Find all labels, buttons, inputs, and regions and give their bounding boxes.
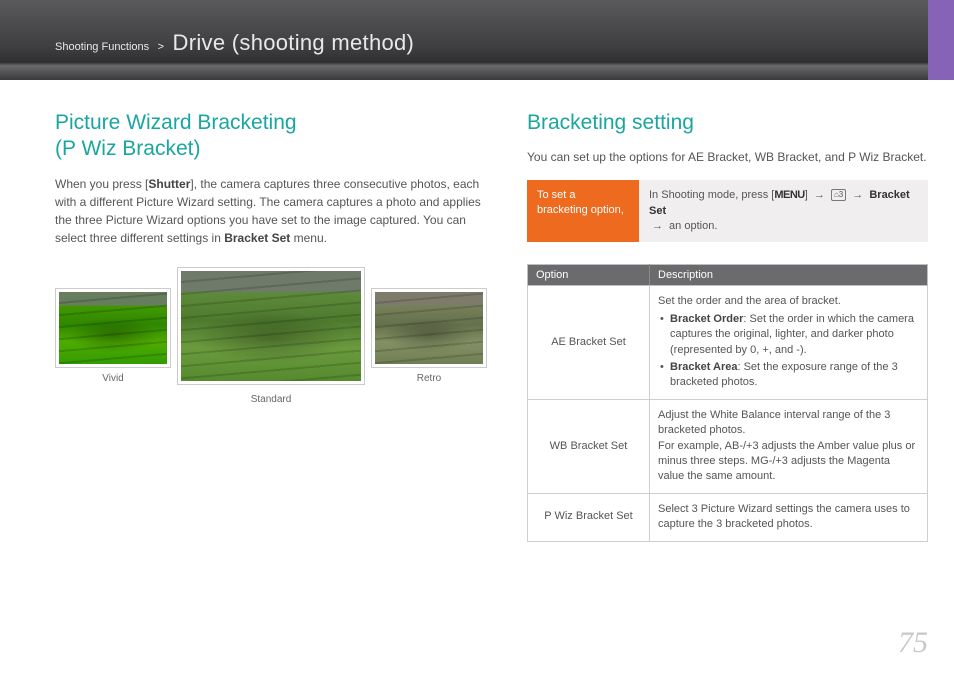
list-item: Bracket Order: Set the order in which th… xyxy=(658,312,919,358)
tip-label: To set a bracketing option, xyxy=(527,180,639,242)
right-column: Bracketing setting You can set up the op… xyxy=(527,110,928,542)
page-edge-tab xyxy=(928,0,954,80)
option-desc-wb: Adjust the White Balance interval range … xyxy=(650,399,928,493)
th-option: Option xyxy=(528,265,650,286)
option-name-ae: AE Bracket Set xyxy=(528,286,650,399)
arrow-icon: → xyxy=(652,220,663,232)
photo-row: Vivid Standard Retro xyxy=(55,267,487,405)
table-header-row: Option Description xyxy=(528,265,928,286)
picture-wizard-paragraph: When you press [Shutter], the camera cap… xyxy=(55,175,487,247)
wb-lead: Adjust the White Balance interval range … xyxy=(658,409,890,436)
photo-retro xyxy=(371,288,487,368)
ae-item-bold-1: Bracket Order xyxy=(670,313,743,325)
table-row: WB Bracket Set Adjust the White Balance … xyxy=(528,399,928,493)
caption-vivid: Vivid xyxy=(55,373,171,384)
camera-mode-icon: ⌂3 xyxy=(831,189,846,201)
heading-line-1: Picture Wizard Bracketing xyxy=(55,111,297,134)
list-item: Bracket Area: Set the exposure range of … xyxy=(658,360,919,391)
bracketing-setting-heading: Bracketing setting xyxy=(527,110,928,136)
heading-line-2: (P Wiz Bracket) xyxy=(55,137,200,160)
breadcrumb-small: Shooting Functions xyxy=(55,41,149,53)
tip-row: To set a bracketing option, In Shooting … xyxy=(527,180,928,242)
caption-standard: Standard xyxy=(177,394,365,405)
arrow-icon: → xyxy=(814,189,825,201)
para-bold-shutter: Shutter xyxy=(148,177,190,191)
tip-text-a: In Shooting mode, press [ xyxy=(649,189,774,201)
option-desc-pwiz: Select 3 Picture Wizard settings the cam… xyxy=(650,493,928,541)
tip-text-d: an option. xyxy=(666,220,717,232)
ae-lead: Set the order and the area of bracket. xyxy=(658,295,841,307)
option-name-pwiz: P Wiz Bracket Set xyxy=(528,493,650,541)
menu-icon: MENU xyxy=(774,189,804,201)
tip-description: In Shooting mode, press [MENU] → ⌂3 → Br… xyxy=(639,180,928,242)
ae-list: Bracket Order: Set the order in which th… xyxy=(658,312,919,391)
content-area: Picture Wizard Bracketing (P Wiz Bracket… xyxy=(0,80,954,542)
table-row: AE Bracket Set Set the order and the are… xyxy=(528,286,928,399)
ae-item-bold-2: Bracket Area xyxy=(670,361,737,373)
breadcrumb-title: Drive (shooting method) xyxy=(173,30,415,55)
para-text-e: menu. xyxy=(290,231,327,245)
bracketing-intro: You can set up the options for AE Bracke… xyxy=(527,148,928,166)
photo-card-vivid: Vivid xyxy=(55,288,171,384)
para-text-a: When you press [ xyxy=(55,177,148,191)
table-row: P Wiz Bracket Set Select 3 Picture Wizar… xyxy=(528,493,928,541)
photo-standard xyxy=(177,267,365,385)
photo-card-retro: Retro xyxy=(371,288,487,384)
photo-card-standard: Standard xyxy=(177,267,365,405)
tip-label-line-2: bracketing option, xyxy=(537,204,624,216)
option-desc-ae: Set the order and the area of bracket. B… xyxy=(650,286,928,399)
wb-text2: For example, AB-/+3 adjusts the Amber va… xyxy=(658,440,915,483)
photo-vivid xyxy=(55,288,171,368)
option-name-wb: WB Bracket Set xyxy=(528,399,650,493)
tip-label-line-1: To set a xyxy=(537,189,576,201)
options-table: Option Description AE Bracket Set Set th… xyxy=(527,264,928,541)
breadcrumb-separator: > xyxy=(158,41,164,53)
arrow-icon: → xyxy=(852,189,863,201)
tip-text-b: ] xyxy=(805,189,808,201)
picture-wizard-heading: Picture Wizard Bracketing (P Wiz Bracket… xyxy=(55,110,487,163)
th-description: Description xyxy=(650,265,928,286)
page-number: 75 xyxy=(898,626,928,660)
page-header: Shooting Functions > Drive (shooting met… xyxy=(0,0,954,80)
caption-retro: Retro xyxy=(371,373,487,384)
left-column: Picture Wizard Bracketing (P Wiz Bracket… xyxy=(55,110,487,542)
para-bold-bracketset: Bracket Set xyxy=(224,231,290,245)
